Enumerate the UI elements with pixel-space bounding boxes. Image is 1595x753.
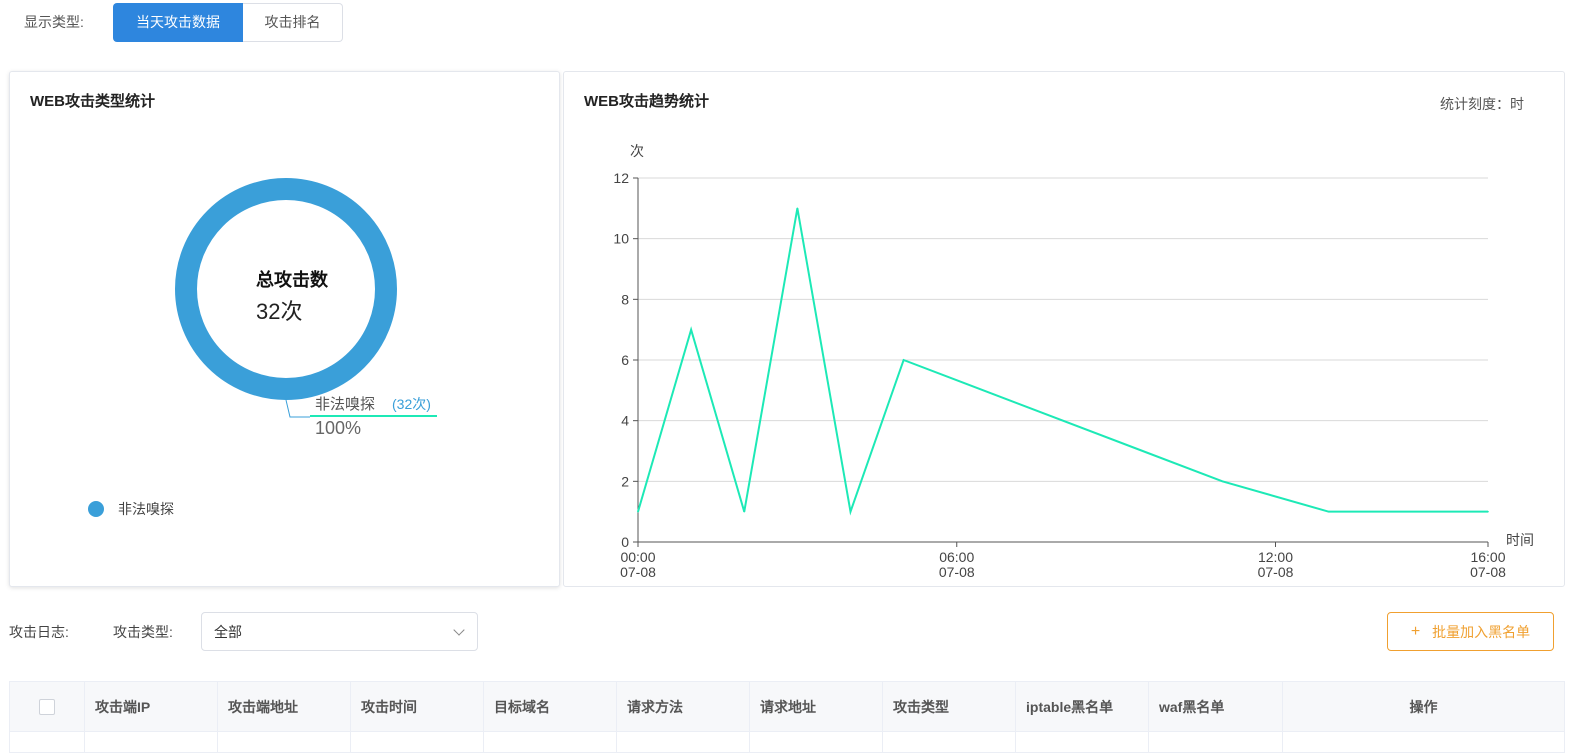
pie-label-percent: 100% <box>315 418 362 438</box>
table-cell <box>883 732 1016 753</box>
data-point <box>1487 510 1489 513</box>
attack-log-label: 攻击日志: <box>9 623 69 640</box>
column-header-waf-blacklist[interactable]: waf黑名单 <box>1149 682 1283 732</box>
y-tick-label: 10 <box>613 231 629 247</box>
plus-icon: + <box>1410 622 1421 640</box>
table-row <box>10 732 1564 753</box>
x-tick-date-label: 07-08 <box>1258 564 1294 580</box>
display-type-toggle: 当天攻击数据 攻击排名 <box>113 2 343 42</box>
attack-trend-line-chart: 次02468101200:0007-0806:0007-0812:0007-08… <box>613 143 1534 580</box>
filter-bar: 攻击日志: 攻击类型: 全部 <box>9 612 478 651</box>
table-cell <box>351 732 484 753</box>
y-tick-label: 0 <box>621 534 629 550</box>
column-header-attack-type[interactable]: 攻击类型 <box>883 682 1016 732</box>
column-header-iptable-blacklist[interactable]: iptable黑名单 <box>1016 682 1149 732</box>
display-type-label: 显示类型: <box>24 14 84 30</box>
table-cell <box>10 732 85 753</box>
attack-log-table: 攻击端IP 攻击端地址 攻击时间 目标域名 请求方法 请求地址 攻击类型 ipt… <box>9 681 1565 753</box>
column-header-actions: 操作 <box>1409 699 1438 715</box>
x-tick-date-label: 07-08 <box>620 564 656 580</box>
column-header-target-domain[interactable]: 目标域名 <box>484 682 617 732</box>
pie-label-name: 非法嗅探 <box>315 396 376 413</box>
x-tick-date-label: 07-08 <box>1470 564 1506 580</box>
column-header-request-url[interactable]: 请求地址 <box>750 682 883 732</box>
y-tick-label: 8 <box>621 291 629 307</box>
batch-add-blacklist-label: 批量加入黑名单 <box>1432 623 1531 640</box>
today-attack-data-button[interactable]: 当天攻击数据 <box>113 2 243 42</box>
data-point <box>796 207 799 210</box>
y-axis-label: 次 <box>630 143 644 159</box>
column-header-attacker-ip[interactable]: 攻击端IP <box>85 682 218 732</box>
display-type-bar: 显示类型: 当天攻击数据 攻击排名 <box>24 2 343 42</box>
data-point <box>743 510 746 513</box>
attack-type-label: 攻击类型: <box>113 623 173 640</box>
pie-legend-item[interactable]: 非法嗅探 <box>88 499 174 519</box>
x-tick-label: 16:00 <box>1470 549 1505 565</box>
header-select-all-cell <box>10 682 85 732</box>
total-attacks-title: 总攻击数 <box>256 270 328 290</box>
legend-dot-icon <box>88 501 104 517</box>
batch-add-blacklist-button[interactable]: + 批量加入黑名单 <box>1387 612 1554 651</box>
y-tick-label: 2 <box>621 473 629 489</box>
total-attacks-value: 32次 <box>256 299 303 324</box>
table-cell <box>750 732 883 753</box>
attack-trend-stats-card: WEB攻击趋势统计 统计刻度：时 次 0 2 4 6 8 10 12 00:00 07-08 06:… <box>563 71 1565 587</box>
attack-type-select[interactable]: 全部 <box>201 612 478 651</box>
data-point <box>637 510 639 513</box>
data-point <box>690 328 692 331</box>
y-tick-label: 6 <box>621 352 629 368</box>
x-tick-label: 00:00 <box>620 549 655 565</box>
y-tick-label: 4 <box>621 413 629 429</box>
legend-label: 非法嗅探 <box>118 501 174 517</box>
table-header: 攻击端IP 攻击端地址 攻击时间 目标域名 请求方法 请求地址 攻击类型 ipt… <box>10 682 1564 732</box>
data-point <box>902 359 905 361</box>
table-cell <box>218 732 351 753</box>
x-axis-label: 时间 <box>1506 532 1534 548</box>
table-cell <box>484 732 617 753</box>
y-tick-label: 12 <box>613 170 629 186</box>
select-all-checkbox[interactable] <box>39 699 55 715</box>
table-cell <box>85 732 218 753</box>
column-header-request-method[interactable]: 请求方法 <box>617 682 750 732</box>
attack-type-select-value: 全部 <box>214 623 242 640</box>
column-header-attack-time[interactable]: 攻击时间 <box>351 682 484 732</box>
data-point <box>1221 480 1224 483</box>
table-cell <box>1149 732 1283 753</box>
pie-label-count: (32次) <box>392 396 431 412</box>
table-cell <box>1016 732 1149 753</box>
x-tick-label: 12:00 <box>1258 549 1293 565</box>
attack-type-stats-card: WEB攻击类型统计 总攻击数 32次 非法嗅探 (32次) 100% 非法嗅探 <box>9 71 560 587</box>
chevron-down-icon <box>453 623 465 636</box>
table-cell <box>1283 732 1564 753</box>
pie-label-leader-line <box>285 399 310 418</box>
x-tick-label: 06:00 <box>939 549 974 565</box>
x-tick-date-label: 07-08 <box>939 564 975 580</box>
data-point <box>849 510 852 513</box>
column-header-attacker-address[interactable]: 攻击端地址 <box>218 682 351 732</box>
table-cell <box>617 732 750 753</box>
data-point <box>1327 510 1330 513</box>
attack-ranking-button[interactable]: 攻击排名 <box>243 2 343 42</box>
